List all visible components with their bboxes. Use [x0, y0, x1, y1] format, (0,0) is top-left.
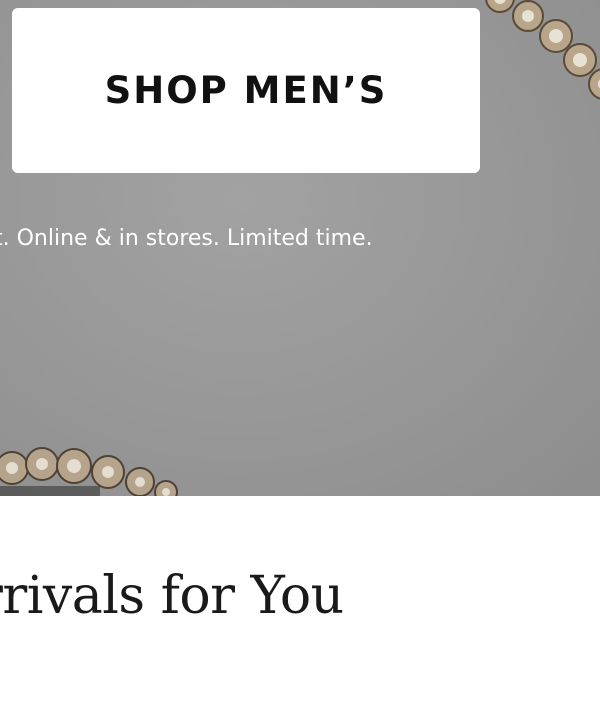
- section-title: rrivals for You: [0, 566, 344, 626]
- diamond-bracelet-image: [0, 447, 178, 496]
- promo-text: t. Online & in stores. Limited time.: [0, 226, 373, 251]
- tennis-bracelet-image: [485, 0, 600, 100]
- shop-mens-button[interactable]: SHOP MEN’S: [12, 8, 480, 173]
- shop-mens-button-label: SHOP MEN’S: [104, 69, 388, 112]
- hero-banner: SHOP MEN’S t. Online & in stores. Limite…: [0, 0, 600, 496]
